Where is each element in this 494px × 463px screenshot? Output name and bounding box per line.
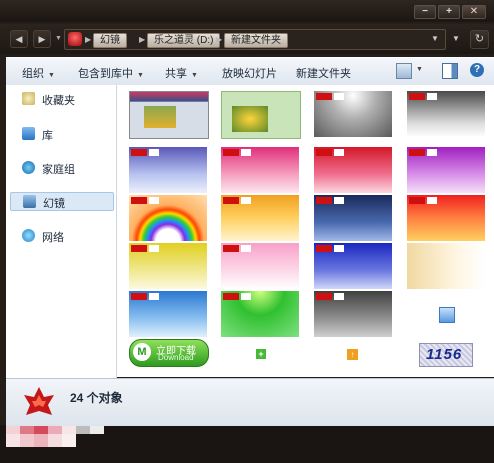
computer-icon xyxy=(23,195,36,208)
file-thumbnail[interactable] xyxy=(221,243,299,289)
sidebar-item-library[interactable]: 库 xyxy=(10,125,112,142)
file-thumbnail[interactable] xyxy=(407,243,485,289)
chevron-down-icon[interactable]: ▼ xyxy=(452,34,460,43)
view-options-icon[interactable] xyxy=(396,63,412,79)
file-thumbnail[interactable] xyxy=(129,243,207,289)
homegroup-icon xyxy=(22,161,35,174)
new-folder-button[interactable]: 新建文件夹 xyxy=(296,65,351,81)
network-icon xyxy=(22,229,35,242)
captcha-image[interactable]: 1156 xyxy=(419,343,473,367)
star-icon xyxy=(22,92,35,105)
file-thumbnail[interactable] xyxy=(129,91,209,139)
address-field[interactable]: ▶ 幻镜 ▶ 乐之道灵 (D:) ▶ 新建文件夹 ▼ xyxy=(64,29,446,50)
navigation-pane: 收藏夹 库 家庭组 幻镜 网络 xyxy=(6,85,117,447)
breadcrumb-item[interactable]: 乐之道灵 (D:) xyxy=(147,33,221,48)
file-thumbnail[interactable] xyxy=(314,243,392,289)
file-thumbnail[interactable] xyxy=(129,195,207,241)
download-sublabel: Download xyxy=(158,353,194,362)
share-menu[interactable]: 共享 ▼ xyxy=(165,65,198,81)
organize-menu[interactable]: 组织 ▼ xyxy=(22,65,55,81)
breadcrumb-item[interactable]: 新建文件夹 xyxy=(224,33,288,48)
include-in-library-menu[interactable]: 包含到库中 ▼ xyxy=(78,65,144,81)
file-thumbnail[interactable] xyxy=(221,195,299,241)
explorer-window: − + ✕ ◀ ▶ ▼ ▶ 幻镜 ▶ 乐之道灵 (D:) ▶ 新建文件夹 ▼ ▼… xyxy=(0,0,494,447)
sidebar-item-homegroup[interactable]: 家庭组 xyxy=(10,159,112,176)
file-thumbnail[interactable] xyxy=(407,91,485,137)
sidebar-item-label: 幻镜 xyxy=(43,198,65,210)
folder-preview-icon xyxy=(22,385,56,419)
sidebar-item-favorites[interactable]: 收藏夹 xyxy=(10,90,112,107)
item-count: 24 个对象 xyxy=(70,391,123,405)
add-icon[interactable]: + xyxy=(256,349,266,359)
breadcrumb-item[interactable]: 幻镜 xyxy=(93,33,127,48)
forward-button[interactable]: ▶ xyxy=(33,30,51,48)
close-button[interactable]: ✕ xyxy=(462,5,486,19)
back-button[interactable]: ◀ xyxy=(10,30,28,48)
address-history-icon[interactable]: ▼ xyxy=(431,34,439,43)
sidebar-item-computer[interactable]: 幻镜 xyxy=(10,192,114,211)
file-thumbnail[interactable] xyxy=(221,91,301,139)
refresh-button[interactable]: ↻ xyxy=(470,30,489,49)
sidebar-item-label: 收藏夹 xyxy=(42,95,75,107)
file-thumbnail[interactable] xyxy=(221,291,299,337)
view-dropdown-icon[interactable]: ▼ xyxy=(416,66,423,73)
folder-icon xyxy=(68,32,82,46)
file-thumbnail[interactable] xyxy=(314,91,392,137)
address-bar: ◀ ▶ ▼ ▶ 幻镜 ▶ 乐之道灵 (D:) ▶ 新建文件夹 ▼ ▼ ↻ xyxy=(0,24,494,54)
download-button[interactable]: M 立即下载 Download xyxy=(129,339,209,367)
library-icon xyxy=(22,127,35,140)
file-icon[interactable] xyxy=(439,307,455,323)
file-thumbnail[interactable] xyxy=(314,147,392,193)
file-list: M 立即下载 Download + ↑ 1156 xyxy=(117,85,494,377)
file-thumbnail[interactable] xyxy=(314,291,392,337)
minimize-button[interactable]: − xyxy=(414,5,436,19)
title-bar: − + ✕ xyxy=(0,0,494,22)
recent-dropdown-icon[interactable]: ▼ xyxy=(55,35,62,42)
breadcrumb-separator-icon: ▶ xyxy=(139,35,146,44)
download-icon: M xyxy=(133,343,151,361)
maximize-button[interactable]: + xyxy=(438,5,460,19)
sidebar-item-label: 网络 xyxy=(42,232,64,244)
file-thumbnail[interactable] xyxy=(221,147,299,193)
file-thumbnail[interactable] xyxy=(129,291,207,337)
command-bar: 组织 ▼ 包含到库中 ▼ 共享 ▼ 放映幻灯片 新建文件夹 ▼ ? xyxy=(6,57,494,86)
preview-pane-icon[interactable] xyxy=(442,63,458,79)
details-pane: 24 个对象 xyxy=(6,378,494,426)
file-thumbnail[interactable] xyxy=(407,147,485,193)
file-thumbnail[interactable] xyxy=(129,147,207,193)
file-thumbnail[interactable] xyxy=(314,195,392,241)
captcha-text: 1156 xyxy=(426,346,463,363)
sidebar-item-network[interactable]: 网络 xyxy=(10,227,112,244)
help-icon[interactable]: ? xyxy=(470,63,484,77)
breadcrumb-separator-icon: ▶ xyxy=(85,35,92,44)
sidebar-item-label: 家庭组 xyxy=(42,164,75,176)
file-thumbnail[interactable] xyxy=(407,195,485,241)
breadcrumb-separator-icon: ▶ xyxy=(216,35,223,44)
sidebar-item-label: 库 xyxy=(42,130,53,142)
slideshow-button[interactable]: 放映幻灯片 xyxy=(222,65,277,81)
arrow-icon[interactable]: ↑ xyxy=(347,349,358,360)
